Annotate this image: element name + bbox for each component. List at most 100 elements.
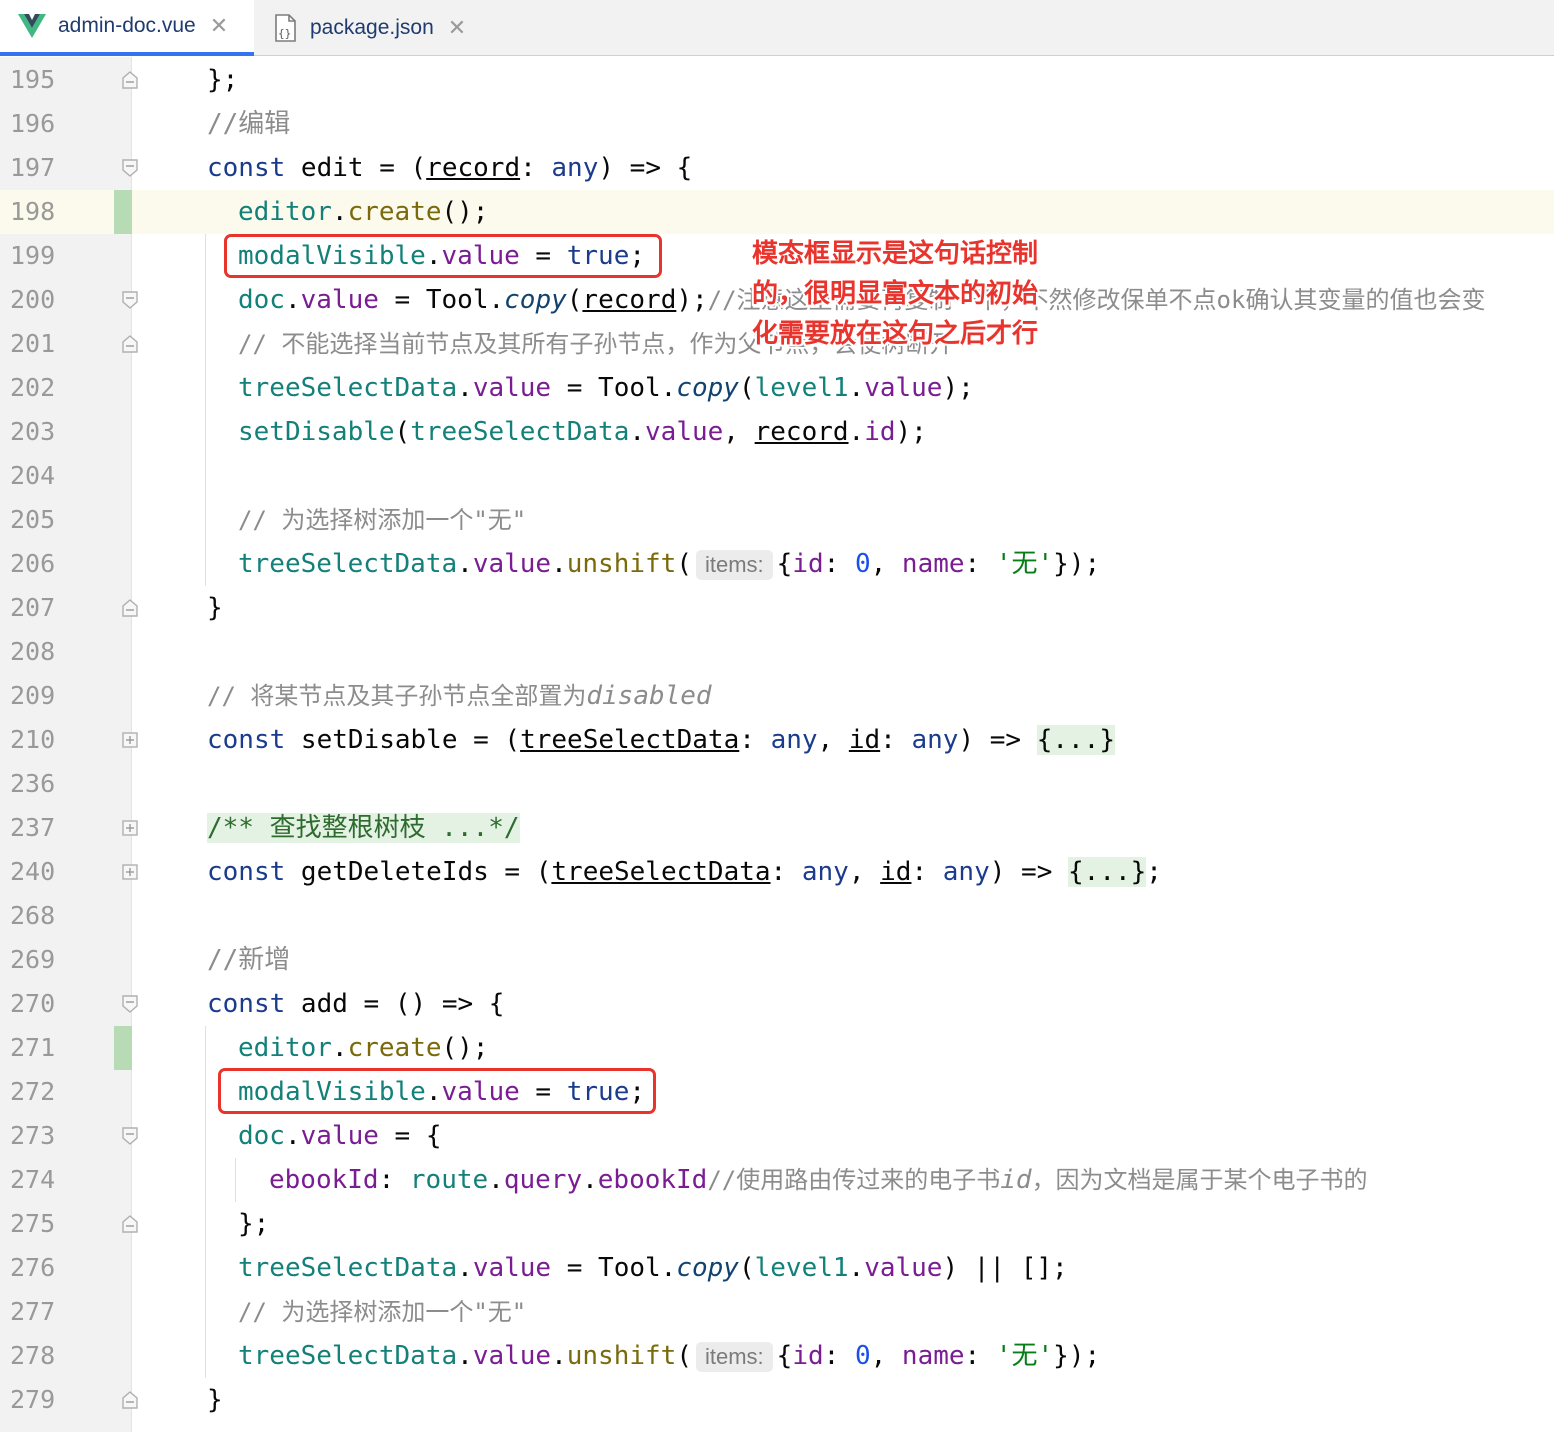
code-line: 208: [0, 630, 1554, 674]
parameter-hint: items:: [695, 549, 773, 580]
code-text: const add = () => {: [207, 989, 505, 1019]
fold-expand-icon[interactable]: [121, 863, 139, 881]
code-text: treeSelectData.value.unshift(items: {id: …: [238, 1341, 1101, 1372]
tab-admin-doc-vue[interactable]: admin-doc.vue ✕: [0, 0, 254, 56]
line-number: 276: [10, 1253, 56, 1282]
code-line: 205 // 为选择树添加一个"无": [0, 498, 1554, 542]
code-line: 274 ebookId: route.query.ebookId//使用路由传过…: [0, 1158, 1554, 1202]
tab-package-json[interactable]: {} package.json ✕: [254, 0, 494, 56]
line-number: 204: [10, 461, 56, 490]
folded-region[interactable]: {...}: [1068, 857, 1147, 887]
code-line: 276 treeSelectData.value = Tool.copy(lev…: [0, 1246, 1554, 1290]
code-text: }: [207, 1385, 223, 1415]
line-number: 205: [10, 505, 56, 534]
code-text: const setDisable = (treeSelectData: any,…: [207, 725, 1115, 755]
code-text: setDisable(treeSelectData.value, record.…: [238, 417, 927, 447]
highlight-box: [224, 234, 662, 278]
code-line: 204: [0, 454, 1554, 498]
fold-end-icon[interactable]: [121, 1391, 139, 1409]
line-number: 195: [10, 65, 56, 94]
line-number: 199: [10, 241, 56, 270]
code-line: 207 }: [0, 586, 1554, 630]
fold-start-icon[interactable]: [121, 291, 139, 309]
fold-start-icon[interactable]: [121, 159, 139, 177]
json-file-icon: {}: [274, 14, 298, 42]
line-number: 274: [10, 1165, 56, 1194]
change-marker[interactable]: [114, 190, 132, 234]
code-line: 279 }: [0, 1378, 1554, 1422]
code-line: 270 const add = () => {: [0, 982, 1554, 1026]
code-line: 271 editor.create();: [0, 1026, 1554, 1070]
line-number: 207: [10, 593, 56, 622]
line-number: 272: [10, 1077, 56, 1106]
code-text: // 将某节点及其子孙节点全部置为disabled: [207, 681, 712, 711]
code-line: 209 // 将某节点及其子孙节点全部置为disabled: [0, 674, 1554, 718]
fold-expand-icon[interactable]: [121, 819, 139, 837]
code-line: 195 };: [0, 58, 1554, 102]
code-text: ebookId: route.query.ebookId//使用路由传过来的电子…: [269, 1165, 1368, 1195]
line-number: 202: [10, 373, 56, 402]
fold-end-icon[interactable]: [121, 599, 139, 617]
code-text: treeSelectData.value = Tool.copy(level1.…: [238, 373, 974, 403]
code-line: 278 treeSelectData.value.unshift(items:{…: [0, 1334, 1554, 1378]
line-number: 201: [10, 329, 56, 358]
fold-end-icon[interactable]: [121, 1215, 139, 1233]
tab-label: package.json: [310, 16, 434, 39]
line-number: 273: [10, 1121, 56, 1150]
code-line: 275 };: [0, 1202, 1554, 1246]
line-number: 279: [10, 1385, 56, 1414]
line-number: 200: [10, 285, 56, 314]
svg-text:{}: {}: [278, 27, 291, 40]
fold-end-icon[interactable]: [121, 71, 139, 89]
line-number: 206: [10, 549, 56, 578]
code-text: // 为选择树添加一个"无": [238, 1298, 527, 1326]
code-text: };: [207, 65, 239, 95]
code-line: 206 treeSelectData.value.unshift(items:{…: [0, 542, 1554, 586]
code-text: const edit = (record: any) => {: [207, 153, 693, 183]
line-number: 236: [10, 769, 56, 798]
line-number: 278: [10, 1341, 56, 1370]
highlight-box: [218, 1068, 656, 1114]
line-number: 275: [10, 1209, 56, 1238]
code-text: //新增: [207, 945, 291, 975]
code-text: editor.create();: [238, 197, 489, 227]
code-text: const getDeleteIds = (treeSelectData: an…: [207, 857, 1162, 887]
line-number: 271: [10, 1033, 56, 1062]
fold-expand-icon[interactable]: [121, 731, 139, 749]
code-line: 268: [0, 894, 1554, 938]
code-text: /** 查找整根树枝 ...*/: [207, 806, 520, 850]
fold-start-icon[interactable]: [121, 995, 139, 1013]
line-number: 197: [10, 153, 56, 182]
code-text: }: [207, 593, 223, 623]
line-number: 277: [10, 1297, 56, 1326]
close-icon[interactable]: ✕: [210, 14, 228, 39]
code-text: //编辑: [207, 109, 291, 139]
code-line: 236: [0, 762, 1554, 806]
editor-tab-bar: admin-doc.vue ✕ {} package.json ✕: [0, 0, 1554, 56]
code-text: // 为选择树添加一个"无": [238, 506, 527, 534]
line-number: 198: [10, 197, 56, 226]
code-line: 196 //编辑: [0, 102, 1554, 146]
change-marker[interactable]: [114, 1026, 132, 1070]
fold-start-icon[interactable]: [121, 1127, 139, 1145]
code-line: 237 /** 查找整根树枝 ...*/: [0, 806, 1554, 850]
code-line: 269 //新增: [0, 938, 1554, 982]
close-icon[interactable]: ✕: [448, 16, 466, 41]
code-line: 202 treeSelectData.value = Tool.copy(lev…: [0, 366, 1554, 410]
vue-logo-icon: [18, 14, 46, 38]
code-text: treeSelectData.value = Tool.copy(level1.…: [238, 1253, 1068, 1283]
code-text: };: [238, 1209, 270, 1239]
line-number: 240: [10, 857, 56, 886]
code-line: 210 const setDisable = (treeSelectData: …: [0, 718, 1554, 762]
line-number: 268: [10, 901, 56, 930]
code-text: editor.create();: [238, 1033, 489, 1063]
code-line-current: 198 editor.create();: [0, 190, 1554, 234]
annotation-note: 模态框显示是这句话控制的，很明显富文本的初始化需要放在这句之后才行: [750, 237, 1040, 351]
fold-end-icon[interactable]: [121, 335, 139, 353]
code-line: 197 const edit = (record: any) => {: [0, 146, 1554, 190]
folded-region[interactable]: {...}: [1036, 725, 1115, 755]
line-number: 269: [10, 945, 56, 974]
tab-label: admin-doc.vue: [58, 14, 196, 37]
folded-region[interactable]: /** 查找整根树枝 ...*/: [207, 813, 520, 843]
code-line: 273 doc.value = {: [0, 1114, 1554, 1158]
